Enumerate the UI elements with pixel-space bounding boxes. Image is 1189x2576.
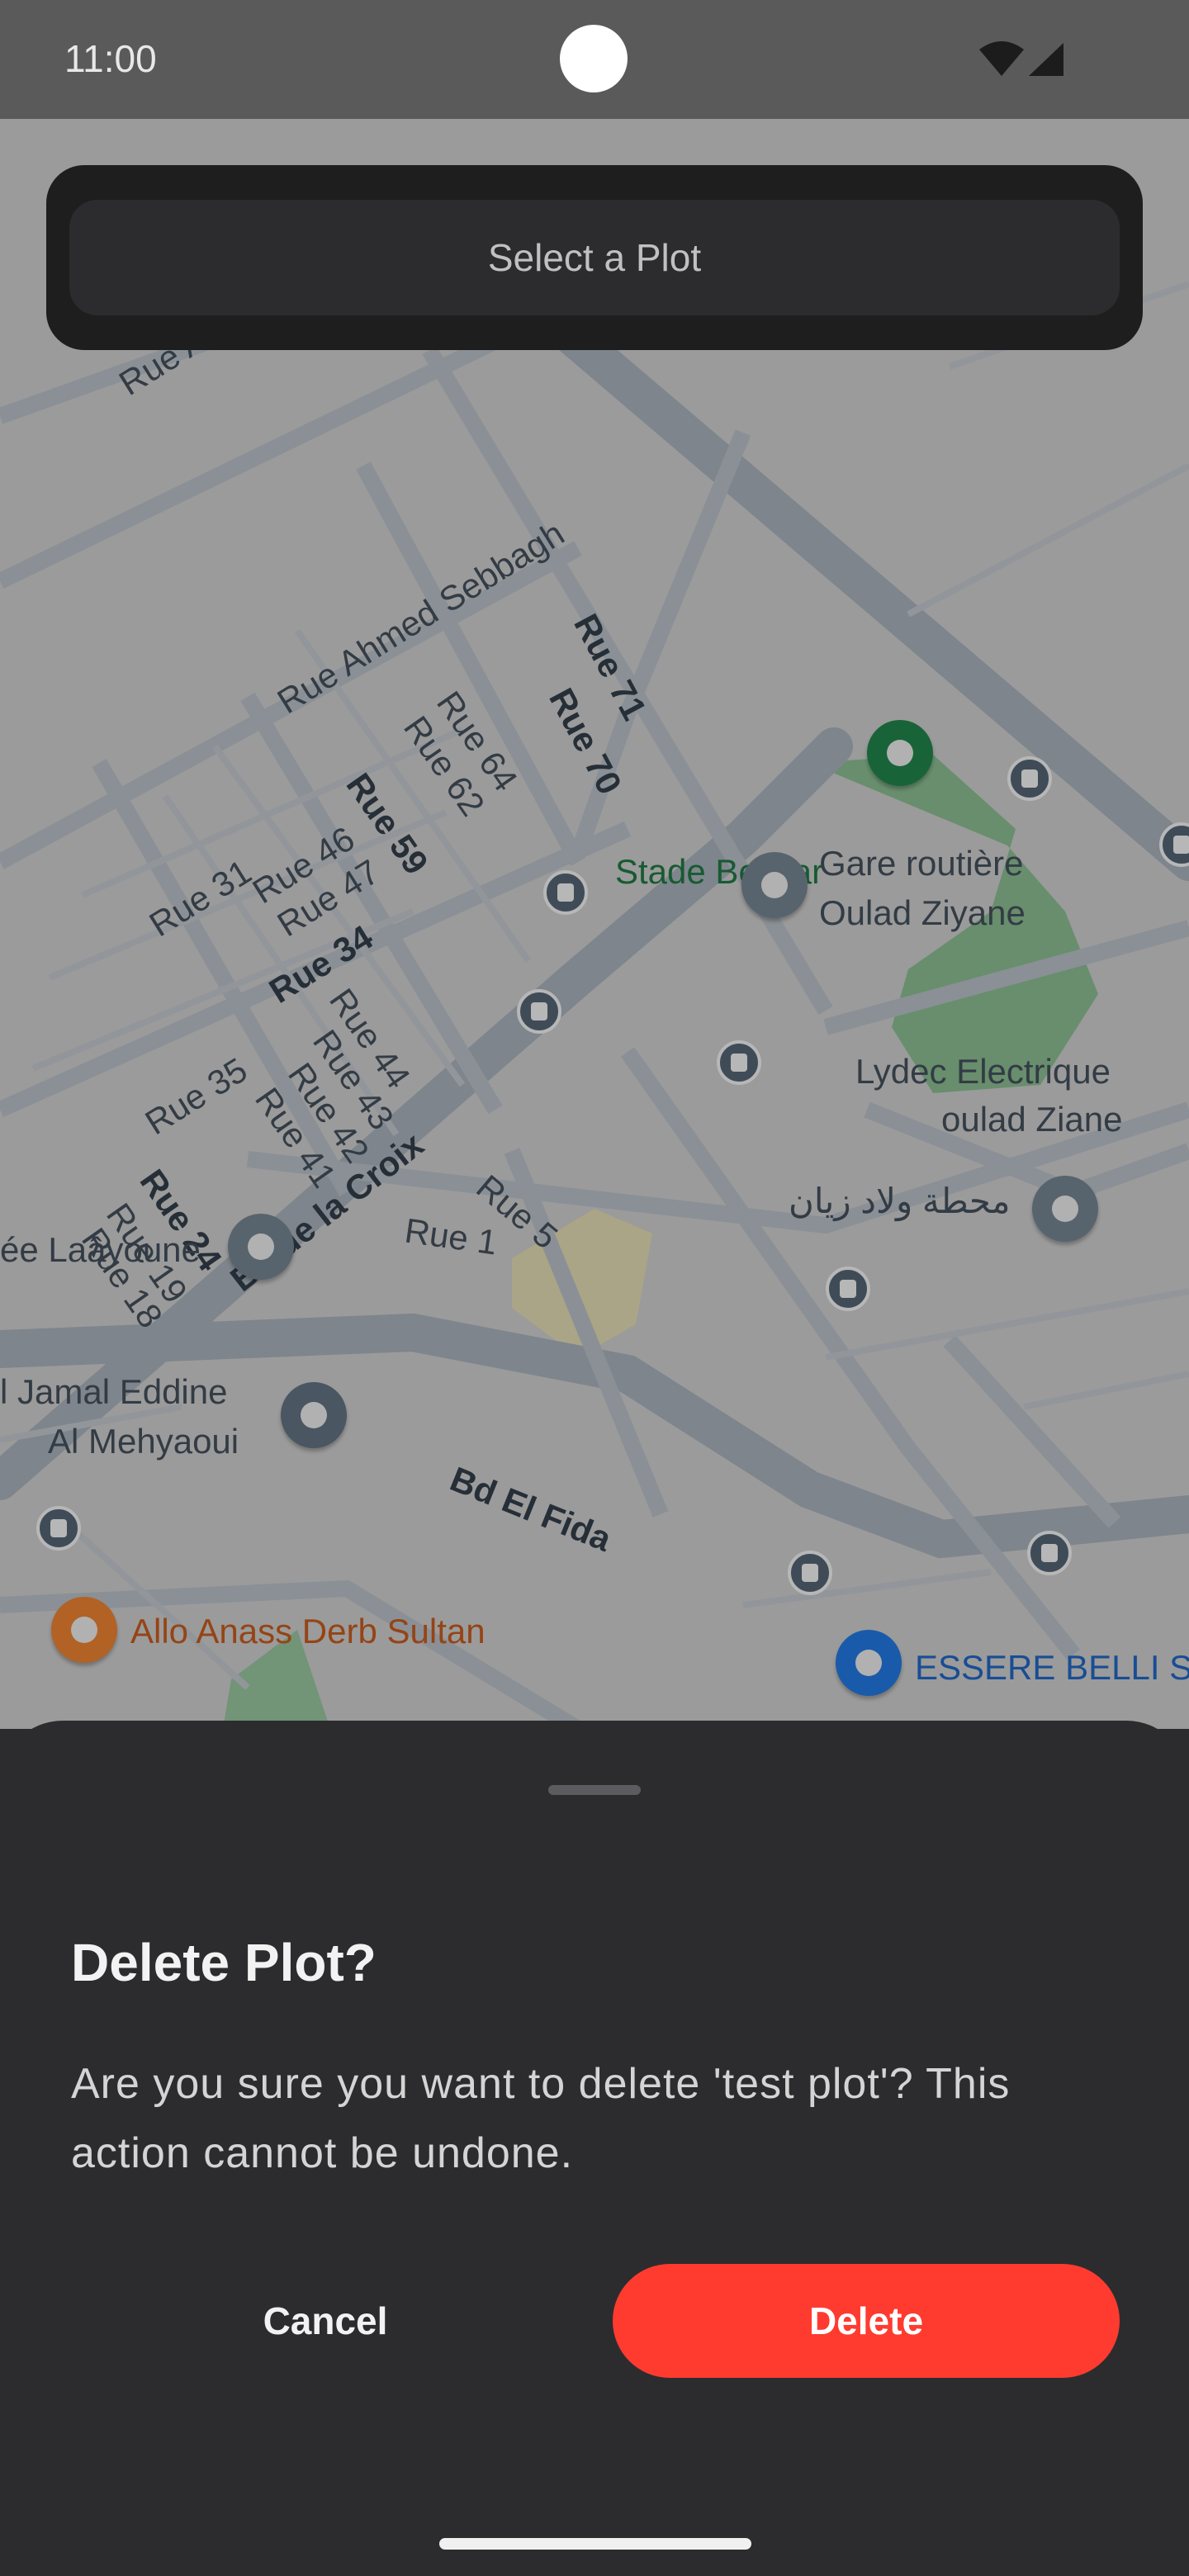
shopping-pin-icon[interactable]	[836, 1630, 902, 1696]
select-plot-button[interactable]: Select a Plot	[69, 200, 1120, 315]
stadium-pin-icon[interactable]	[867, 720, 933, 786]
wifi-icon	[979, 41, 1024, 76]
poi-label-essere-belli[interactable]: ESSERE BELLI S	[915, 1648, 1189, 1688]
status-time: 11:00	[64, 37, 157, 80]
map-pin-icon[interactable]	[1032, 1176, 1098, 1242]
poi-label-lydec[interactable]: Lydec Electrique	[855, 1052, 1111, 1091]
tram-stop-icon[interactable]	[1027, 1531, 1072, 1575]
bus-stop-icon[interactable]	[788, 1551, 832, 1595]
poi-label-oulad-ziane[interactable]: oulad Ziane	[941, 1100, 1123, 1139]
poi-label-gare-routiere[interactable]: Gare routière	[819, 844, 1023, 883]
bus-stop-icon[interactable]	[717, 1040, 761, 1085]
sheet-drag-handle[interactable]	[548, 1785, 641, 1795]
bus-stop-icon[interactable]	[826, 1267, 870, 1311]
bus-stop-icon[interactable]	[517, 989, 561, 1034]
poi-label-oulad-ziyane[interactable]: Oulad Ziyane	[819, 893, 1026, 933]
status-bar: 11:00	[0, 0, 1189, 119]
camera-cutout	[560, 25, 628, 92]
poi-label-allo-anass[interactable]: Allo Anass Derb Sultan	[130, 1612, 486, 1651]
map-pin-icon[interactable]	[228, 1214, 294, 1280]
bus-stop-icon[interactable]	[36, 1506, 81, 1551]
bus-stop-icon[interactable]	[1007, 756, 1052, 801]
poi-label-al-mehyaoui[interactable]: Al Mehyaoui	[48, 1422, 239, 1461]
delete-button[interactable]: Delete	[613, 2264, 1120, 2378]
school-pin-icon[interactable]	[281, 1382, 347, 1448]
poi-label-jamal-eddine[interactable]: l Jamal Eddine	[0, 1372, 227, 1412]
dialog-title: Delete Plot?	[71, 1933, 377, 1992]
bus-stop-icon[interactable]	[543, 870, 588, 915]
plot-selector-card: Select a Plot	[46, 165, 1143, 350]
cancel-button[interactable]: Cancel	[71, 2264, 580, 2378]
home-indicator[interactable]	[439, 2538, 751, 2550]
map-view[interactable]: Rue A Rue Ahmed Sebbagh Rue 71 Rue 70 Ru…	[0, 119, 1189, 1729]
poi-label-laayoune[interactable]: ée Laâyoune	[0, 1230, 201, 1270]
map-pin-icon[interactable]	[741, 852, 808, 918]
dialog-message: Are you sure you want to delete 'test pl…	[71, 2060, 1011, 2177]
cellular-signal-icon	[1029, 43, 1063, 76]
restaurant-pin-icon[interactable]	[51, 1597, 117, 1663]
poi-label-arabic-station[interactable]: محطة ولاد زيان	[789, 1181, 1010, 1221]
delete-plot-bottom-sheet: Delete Plot? Are you sure you want to de…	[0, 1721, 1189, 2576]
